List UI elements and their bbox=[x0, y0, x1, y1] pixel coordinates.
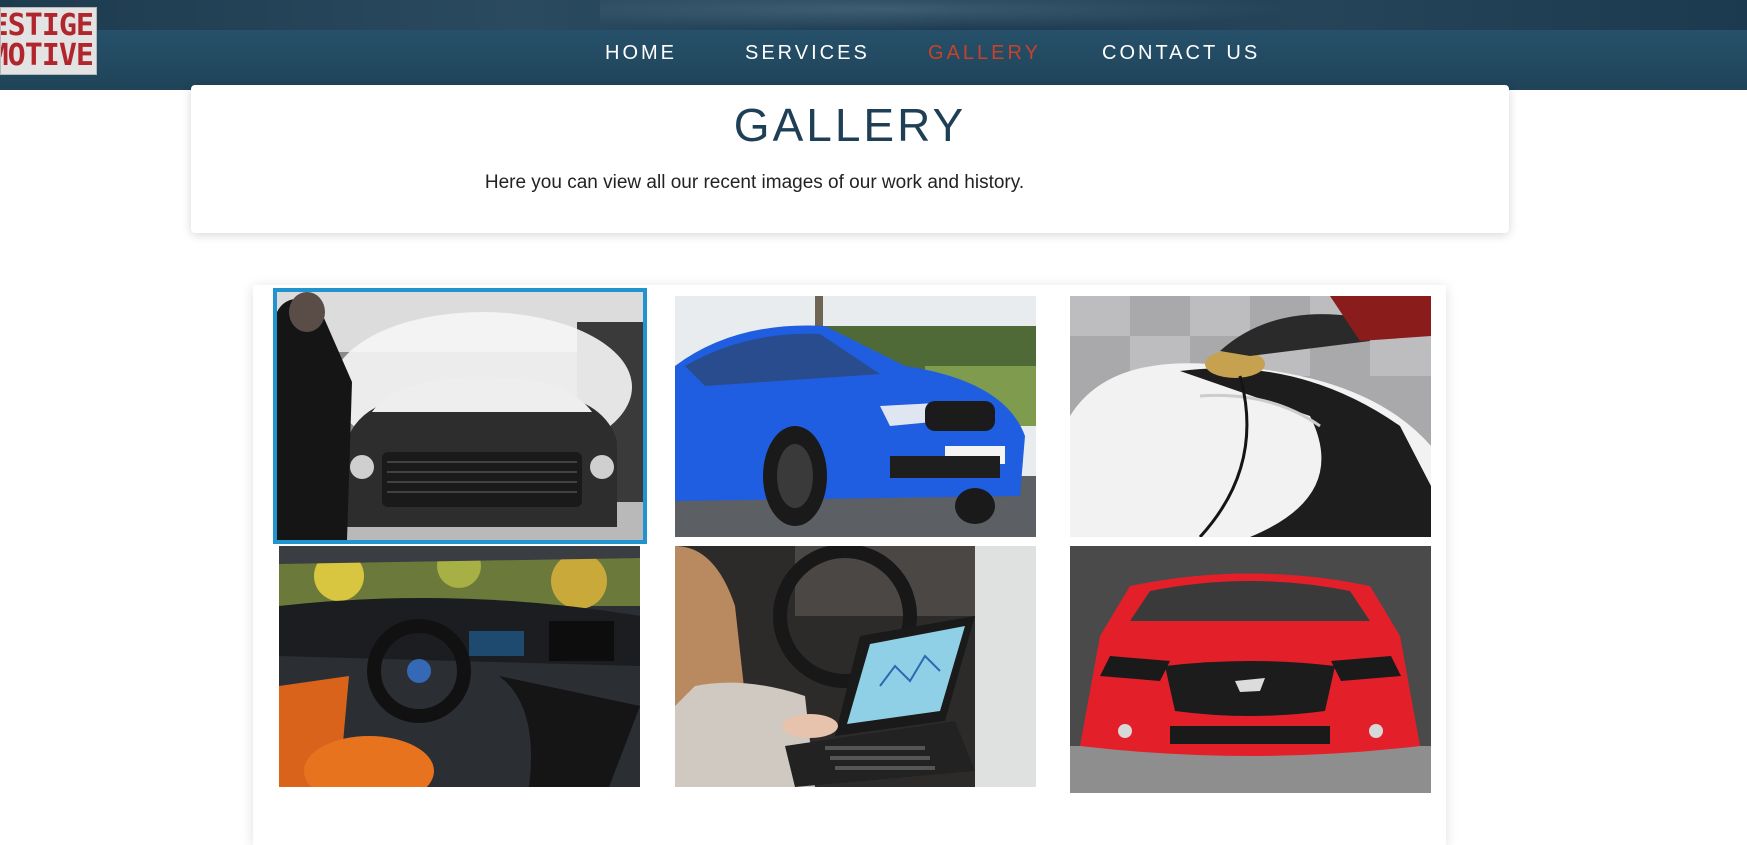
nav-link-gallery[interactable]: GALLERY bbox=[928, 38, 1041, 68]
site-logo[interactable]: ESTIGE MOTIVE bbox=[0, 7, 97, 75]
main-navbar bbox=[0, 30, 1747, 90]
diagnostics-illustration bbox=[675, 546, 1036, 787]
nav-link-home[interactable]: HOME bbox=[605, 38, 677, 68]
intro-card: GALLERY bbox=[191, 85, 1509, 233]
header-banner bbox=[0, 0, 1747, 30]
gallery-image-diagnostics[interactable]: laptop-vehicle-diagnostics bbox=[675, 546, 1036, 787]
car-wash-illustration bbox=[277, 292, 643, 540]
page-subtitle: Here you can view all our recent images … bbox=[484, 172, 1025, 193]
logo-line-1: ESTIGE bbox=[0, 8, 94, 43]
polishing-illustration bbox=[1070, 296, 1431, 537]
nav-link-contact-us[interactable]: CONTACT US bbox=[1102, 38, 1260, 68]
interior-illustration bbox=[279, 546, 640, 787]
nav-link-services[interactable]: SERVICES bbox=[745, 38, 870, 68]
page-title: GALLERY bbox=[733, 99, 967, 151]
gallery-image-car-wash[interactable]: snow-foam-car-wash bbox=[273, 288, 647, 544]
red-car-illustration bbox=[1070, 546, 1431, 793]
gallery-image-blue-car[interactable]: blue-bmw-sedan bbox=[675, 296, 1036, 537]
gallery-image-red-car[interactable]: red-ford-mustang-front bbox=[1070, 546, 1431, 793]
gallery-image-interior[interactable]: bmw-i8-interior bbox=[279, 546, 640, 787]
gallery-image-polishing[interactable]: machine-polishing-car-panel bbox=[1070, 296, 1431, 537]
blue-car-illustration bbox=[675, 296, 1036, 537]
logo-line-2: MOTIVE bbox=[0, 38, 94, 73]
